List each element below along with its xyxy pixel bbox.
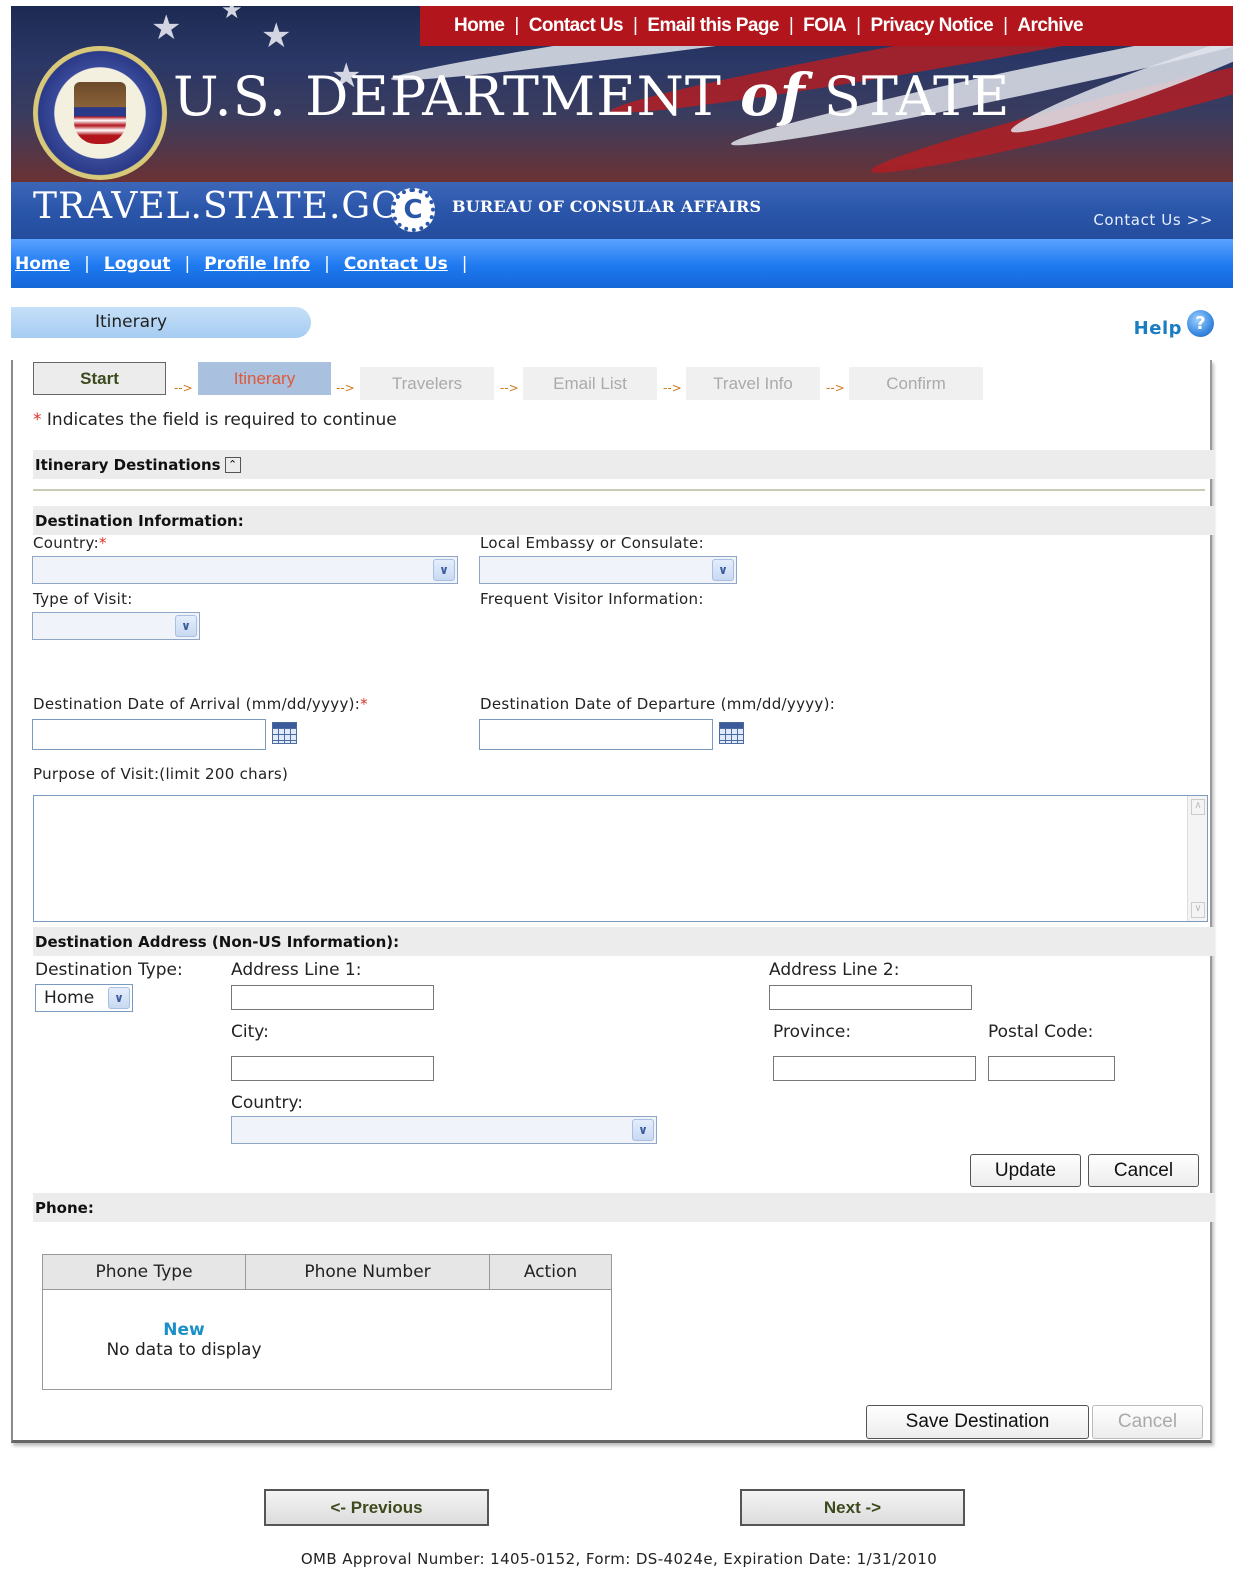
eagle-shield-icon (74, 82, 126, 144)
arrival-date-label: Destination Date of Arrival (mm/dd/yyyy)… (33, 695, 368, 713)
purpose-textarea[interactable]: ∧ ∨ (33, 795, 1208, 922)
chevron-down-icon[interactable]: ∨ (433, 559, 455, 581)
step-arrow-icon: --> (500, 381, 519, 395)
chevron-down-icon[interactable]: ∨ (712, 559, 734, 581)
embassy-label: Local Embassy or Consulate: (480, 534, 704, 552)
top-link-archive[interactable]: Archive (1017, 15, 1083, 37)
itinerary-form-panel: Start --> Itinerary --> Travelers --> Em… (11, 360, 1215, 1443)
flag-star-icon: ★ (261, 16, 292, 56)
city-input[interactable] (231, 1056, 434, 1081)
scroll-up-icon[interactable]: ∧ (1191, 799, 1205, 815)
purpose-label: Purpose of Visit:(limit 200 chars) (33, 765, 289, 783)
section-divider (33, 489, 1205, 491)
step-arrow-icon: --> (336, 381, 355, 395)
calendar-icon[interactable] (272, 722, 297, 744)
top-link-email-page[interactable]: Email this Page (647, 15, 779, 37)
header-banner: ★ ★ ★ ★ Home | Contact Us | Email this Pag… (11, 6, 1233, 182)
destination-address-header: Destination Address (Non-US Information)… (33, 927, 1215, 956)
omb-approval-note: OMB Approval Number: 1405-0152, Form: DS… (300, 1550, 938, 1568)
address-line2-input[interactable] (769, 985, 972, 1010)
address-line1-label: Address Line 1: (231, 960, 362, 980)
step-arrow-icon: --> (663, 381, 682, 395)
arrival-date-input[interactable] (32, 719, 266, 750)
top-link-foia[interactable]: FOIA (803, 15, 847, 37)
required-field-note: * Indicates the field is required to con… (33, 410, 397, 430)
nav-home-link[interactable]: Home (15, 254, 70, 274)
top-nav: Home | Contact Us | Email this Page | FOIA |… (420, 6, 1233, 46)
phone-header: Phone: (33, 1193, 1215, 1222)
account-nav: Home | Logout | Profile Info | Contact Us | (11, 239, 1233, 288)
step-travel-info: Travel Info (686, 367, 820, 400)
textarea-scrollbar[interactable]: ∧ ∨ (1187, 796, 1207, 921)
province-input[interactable] (773, 1056, 976, 1081)
flag-star-icon: ★ (221, 6, 243, 24)
column-action: Action (489, 1254, 612, 1290)
page-title-tab: Itinerary (11, 307, 311, 338)
step-start[interactable]: Start (33, 362, 166, 395)
nav-profile-info-link[interactable]: Profile Info (204, 254, 310, 274)
top-link-contact-us[interactable]: Contact Us (529, 15, 624, 37)
address-country-label: Country: (231, 1093, 304, 1113)
chevron-down-icon[interactable]: ∨ (175, 615, 197, 637)
step-confirm: Confirm (849, 367, 983, 400)
country-select[interactable]: ∨ (32, 556, 458, 584)
top-link-privacy[interactable]: Privacy Notice (871, 15, 994, 37)
new-phone-link[interactable]: New (0, 1320, 469, 1340)
country-label: Country:* (33, 534, 107, 552)
next-button[interactable]: Next -> (740, 1489, 965, 1526)
nav-logout-link[interactable]: Logout (104, 254, 171, 274)
type-of-visit-label: Type of Visit: (33, 590, 133, 608)
top-link-home[interactable]: Home (454, 15, 505, 37)
travel-state-bar: TRAVEL.STATE.GOV C BUREAU OF CONSULAR AF… (11, 182, 1233, 239)
help-icon[interactable]: ? (1187, 310, 1214, 337)
empty-table-message: No data to display (106, 1339, 262, 1360)
step-itinerary: Itinerary (198, 362, 331, 395)
step-arrow-icon: --> (826, 381, 845, 395)
cancel-button[interactable]: Cancel (1088, 1154, 1199, 1187)
previous-button[interactable]: <- Previous (264, 1489, 489, 1526)
update-button[interactable]: Update (970, 1154, 1081, 1187)
departure-date-input[interactable] (479, 719, 713, 750)
address-line2-label: Address Line 2: (769, 960, 900, 980)
type-of-visit-select[interactable]: ∨ (32, 612, 200, 640)
state-department-seal (33, 46, 167, 180)
province-label: Province: (773, 1022, 852, 1042)
destination-type-select[interactable]: Home ∨ (35, 984, 133, 1012)
contact-us-link[interactable]: Contact Us >> (1093, 211, 1213, 229)
destination-type-label: Destination Type: (35, 960, 183, 980)
bureau-name: BUREAU OF CONSULAR AFFAIRS (452, 197, 762, 216)
help-link[interactable]: Help (1134, 318, 1182, 339)
column-phone-type: Phone Type (42, 1254, 246, 1290)
chevron-down-icon[interactable]: ∨ (632, 1119, 654, 1141)
address-line1-input[interactable] (231, 985, 434, 1010)
city-label: City: (231, 1022, 269, 1042)
itinerary-destinations-header: Itinerary Destinations ⌃ (33, 450, 1215, 479)
scroll-down-icon[interactable]: ∨ (1191, 902, 1205, 918)
phone-table: Phone Type Phone Number Action New No da… (42, 1254, 612, 1390)
step-email-list: Email List (523, 367, 657, 400)
calendar-icon[interactable] (719, 722, 744, 744)
cancel-destination-button[interactable]: Cancel (1092, 1405, 1203, 1439)
travel-state-gov-logo[interactable]: TRAVEL.STATE.GOV (33, 186, 428, 227)
departure-date-label: Destination Date of Departure (mm/dd/yyy… (480, 695, 836, 713)
step-travelers: Travelers (360, 367, 494, 400)
destination-information-header: Destination Information: (33, 506, 1215, 535)
address-country-select[interactable]: ∨ (231, 1116, 657, 1144)
postal-code-input[interactable] (988, 1056, 1115, 1081)
step-arrow-icon: --> (174, 381, 193, 395)
department-title: U.S. DEPARTMENT of STATE (173, 61, 1011, 129)
collapse-icon[interactable]: ⌃ (224, 457, 241, 473)
embassy-select[interactable]: ∨ (479, 556, 737, 584)
nav-contact-us-link[interactable]: Contact Us (344, 254, 448, 274)
column-phone-number: Phone Number (245, 1254, 490, 1290)
postal-code-label: Postal Code: (988, 1022, 1094, 1042)
flag-star-icon: ★ (151, 8, 182, 48)
chevron-down-icon[interactable]: ∨ (108, 987, 130, 1009)
consular-badge-icon: C (391, 188, 435, 232)
save-destination-button[interactable]: Save Destination (866, 1405, 1089, 1439)
table-row: New No data to display (43, 1290, 612, 1390)
frequent-visitor-label: Frequent Visitor Information: (480, 590, 704, 608)
